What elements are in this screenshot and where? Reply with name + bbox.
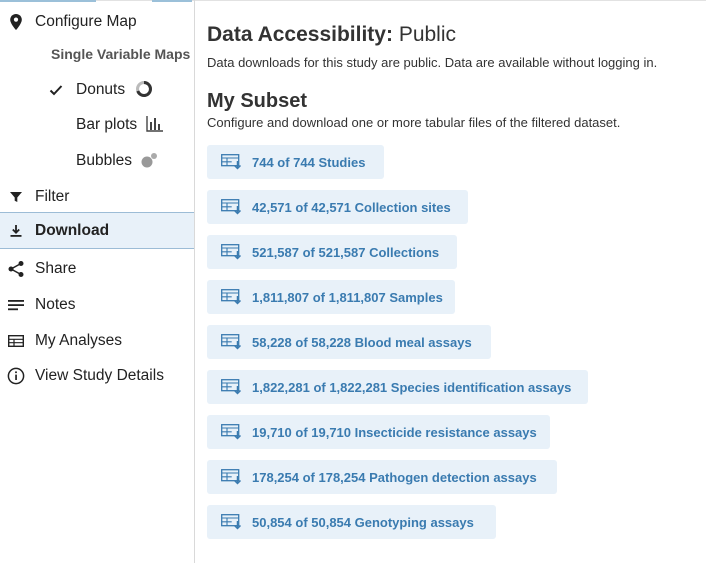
sidebar-item-configure-map[interactable]: Configure Map <box>0 5 194 39</box>
download-label: 58,228 of 58,228 Blood meal assays <box>252 334 472 350</box>
sub-item-donuts[interactable]: Donuts <box>0 75 194 105</box>
table-download-icon <box>221 424 242 440</box>
accessibility-description: Data downloads for this study are public… <box>207 55 658 70</box>
download-species-identification-assays-button[interactable]: 1,822,281 of 1,822,281 Species identific… <box>207 370 588 404</box>
my-subset-heading: My Subset <box>207 90 308 112</box>
sidebar-item-download[interactable]: Download <box>0 212 194 249</box>
table-download-icon <box>221 514 242 530</box>
sub-item-label: Bar plots <box>76 116 138 133</box>
my-subset-description: Configure and download one or more tabul… <box>207 115 621 130</box>
sidebar-item-label: Filter <box>35 188 70 205</box>
table-download-icon <box>221 289 242 305</box>
sidebar-item-label: Configure Map <box>35 13 137 30</box>
data-accessibility-heading: Data Accessibility: Public <box>207 23 456 47</box>
donut-chart-icon <box>136 81 152 97</box>
sidebar-item-label: Download <box>35 221 110 239</box>
download-label: 19,710 of 19,710 Insecticide resistance … <box>252 424 537 440</box>
table-download-icon <box>221 199 242 215</box>
bar-chart-icon <box>146 116 163 132</box>
accessibility-label: Data Accessibility: <box>207 23 393 46</box>
share-icon <box>7 260 25 278</box>
download-label: 1,822,281 of 1,822,281 Species identific… <box>252 379 572 395</box>
sidebar-item-share[interactable]: Share <box>0 252 194 286</box>
download-studies-button[interactable]: 744 of 744 Studies <box>207 145 384 179</box>
sidebar-item-label: Notes <box>35 296 76 313</box>
sidebar-item-label: Share <box>35 260 77 277</box>
filter-icon <box>7 188 25 206</box>
download-collection-sites-button[interactable]: 42,571 of 42,571 Collection sites <box>207 190 468 224</box>
sub-item-label: Donuts <box>76 81 126 98</box>
download-samples-button[interactable]: 1,811,807 of 1,811,807 Samples <box>207 280 455 314</box>
sidebar-item-label: View Study Details <box>35 367 164 384</box>
download-collections-button[interactable]: 521,587 of 521,587 Collections <box>207 235 457 269</box>
checkmark-icon <box>49 85 63 96</box>
download-icon <box>7 222 25 240</box>
download-pathogen-detection-assays-button[interactable]: 178,254 of 178,254 Pathogen detection as… <box>207 460 557 494</box>
sub-item-bubbles[interactable]: Bubbles <box>0 146 194 176</box>
download-label: 521,587 of 521,587 Collections <box>252 244 440 260</box>
table-download-icon <box>221 334 242 350</box>
map-pin-icon <box>7 13 25 31</box>
download-blood-meal-assays-button[interactable]: 58,228 of 58,228 Blood meal assays <box>207 325 491 359</box>
download-label: 744 of 744 Studies <box>252 154 366 170</box>
table-download-icon <box>221 154 242 170</box>
accessibility-value: Public <box>398 23 457 46</box>
info-icon <box>7 367 25 385</box>
sidebar-item-label: My Analyses <box>35 332 123 349</box>
download-insecticide-resistance-assays-button[interactable]: 19,710 of 19,710 Insecticide resistance … <box>207 415 550 449</box>
download-genotyping-assays-button[interactable]: 50,854 of 50,854 Genotyping assays <box>207 505 496 539</box>
sidebar: Configure Map Single Variable Maps Donut… <box>0 0 195 563</box>
download-label: 50,854 of 50,854 Genotyping assays <box>252 514 474 530</box>
download-label: 178,254 of 178,254 Pathogen detection as… <box>252 469 537 485</box>
download-label: 1,811,807 of 1,811,807 Samples <box>252 289 443 305</box>
sidebar-item-my-analyses[interactable]: My Analyses <box>0 324 194 358</box>
sidebar-item-filter[interactable]: Filter <box>0 180 194 214</box>
section-label-single-variable-maps: Single Variable Maps <box>51 46 191 62</box>
sub-item-bar-plots[interactable]: Bar plots <box>0 110 194 140</box>
table-icon <box>7 332 25 350</box>
sidebar-item-view-study-details[interactable]: View Study Details <box>0 359 194 393</box>
table-download-icon <box>221 244 242 260</box>
table-download-icon <box>221 469 242 485</box>
download-label: 42,571 of 42,571 Collection sites <box>252 199 451 215</box>
notes-icon <box>7 296 25 314</box>
sub-item-label: Bubbles <box>76 152 133 169</box>
sidebar-item-notes[interactable]: Notes <box>0 288 194 322</box>
table-download-icon <box>221 379 242 395</box>
bubbles-icon <box>141 153 157 168</box>
